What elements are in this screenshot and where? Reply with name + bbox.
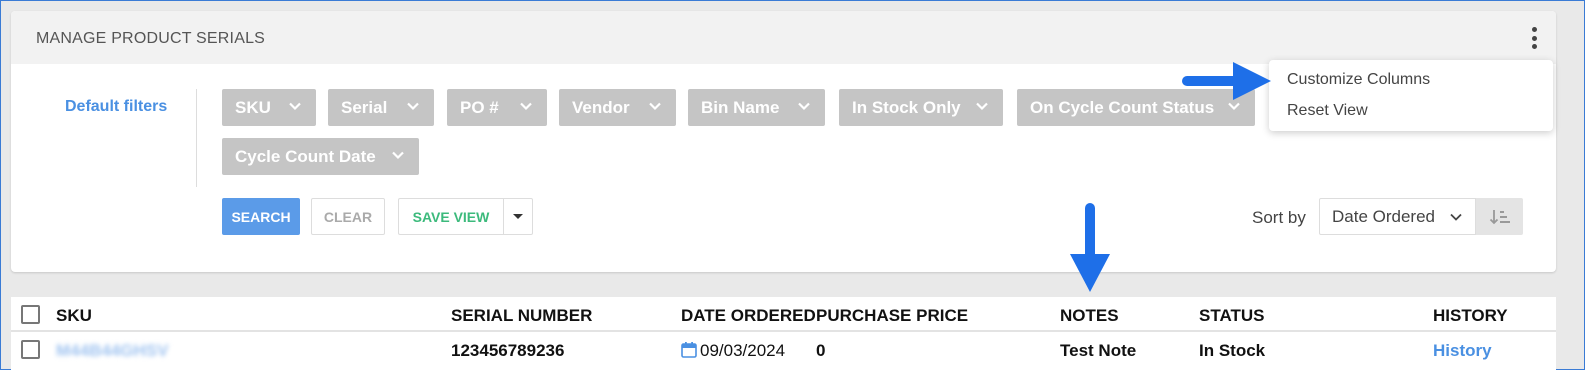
serials-table: SKU SERIAL NUMBER DATE ORDERED PURCHASE … <box>11 297 1556 370</box>
save-view-dropdown-button[interactable] <box>503 198 533 235</box>
notes-cell: Test Note <box>1060 341 1137 360</box>
annotation-arrow-right-icon <box>1182 62 1271 100</box>
chevron-down-icon <box>392 151 404 160</box>
chip-label: PO # <box>460 97 499 117</box>
column-header-serial-number[interactable]: SERIAL NUMBER <box>451 306 592 326</box>
default-filters-link[interactable]: Default filters <box>65 98 167 116</box>
calendar-icon <box>681 342 697 358</box>
filter-chip-vendor[interactable]: Vendor <box>559 89 676 126</box>
chip-label: Vendor <box>572 97 630 117</box>
chevron-down-icon <box>289 102 301 111</box>
filter-chip-cycle-count-date[interactable]: Cycle Count Date <box>222 138 419 175</box>
chevron-down-icon <box>649 102 661 111</box>
sku-link[interactable]: M44B44GHSV <box>56 341 168 361</box>
column-header-purchase-price[interactable]: PURCHASE PRICE <box>816 306 968 326</box>
chevron-down-icon <box>798 102 810 111</box>
filter-chip-sku[interactable]: SKU <box>222 89 316 126</box>
sort-by-label: Sort by <box>1252 208 1306 227</box>
header-divider <box>11 330 1556 332</box>
column-header-history[interactable]: HISTORY <box>1433 306 1508 326</box>
filter-chip-in-stock-only[interactable]: In Stock Only <box>839 89 1003 126</box>
select-all-checkbox[interactable] <box>21 305 40 324</box>
column-header-date-ordered[interactable]: DATE ORDERED <box>681 306 816 326</box>
save-view-button[interactable]: SAVE VIEW <box>398 198 503 235</box>
column-header-status[interactable]: STATUS <box>1199 306 1264 326</box>
chip-label: Cycle Count Date <box>235 146 376 166</box>
serial-number-cell: 123456789236 <box>451 341 565 360</box>
clear-button[interactable]: CLEAR <box>311 198 385 235</box>
filter-chip-serial[interactable]: Serial <box>328 89 434 126</box>
column-header-sku[interactable]: SKU <box>56 306 92 326</box>
filter-chip-bin-name[interactable]: Bin Name <box>688 89 825 126</box>
divider <box>196 89 197 187</box>
chevron-down-icon <box>976 102 988 111</box>
chip-label: In Stock Only <box>852 97 961 117</box>
sort-descending-icon <box>1489 209 1510 224</box>
sort-by-value: Date Ordered <box>1332 206 1435 226</box>
options-menu: Customize Columns Reset View <box>1269 60 1553 131</box>
row-checkbox[interactable] <box>21 340 40 359</box>
menu-item-customize-columns[interactable]: Customize Columns <box>1287 71 1430 89</box>
chevron-down-icon <box>520 102 532 111</box>
chip-label: Bin Name <box>701 97 780 117</box>
menu-item-reset-view[interactable]: Reset View <box>1287 102 1368 120</box>
chevron-down-icon <box>1450 213 1462 221</box>
date-ordered-cell: 09/03/2024 <box>681 341 785 361</box>
page-title: MANAGE PRODUCT SERIALS <box>36 30 266 47</box>
status-cell: In Stock <box>1199 341 1266 360</box>
chip-label: SKU <box>235 97 271 117</box>
manage-serials-card: MANAGE PRODUCT SERIALS Default filters S… <box>11 11 1556 272</box>
caret-down-icon <box>513 214 523 219</box>
purchase-price-cell: 0 <box>816 341 826 360</box>
sort-by-select[interactable]: Date Ordered <box>1319 198 1476 235</box>
search-button[interactable]: SEARCH <box>222 198 300 235</box>
sort-direction-button[interactable] <box>1476 198 1523 235</box>
history-link[interactable]: History <box>1433 341 1492 361</box>
more-options-icon[interactable] <box>1528 25 1540 51</box>
card-header: MANAGE PRODUCT SERIALS <box>11 11 1556 64</box>
chip-label: Serial <box>341 97 388 117</box>
date-ordered-value: 09/03/2024 <box>700 341 786 360</box>
chevron-down-icon <box>407 102 419 111</box>
annotation-arrow-down-icon <box>1070 203 1110 292</box>
column-header-notes[interactable]: NOTES <box>1060 306 1119 326</box>
filter-chip-po[interactable]: PO # <box>447 89 547 126</box>
